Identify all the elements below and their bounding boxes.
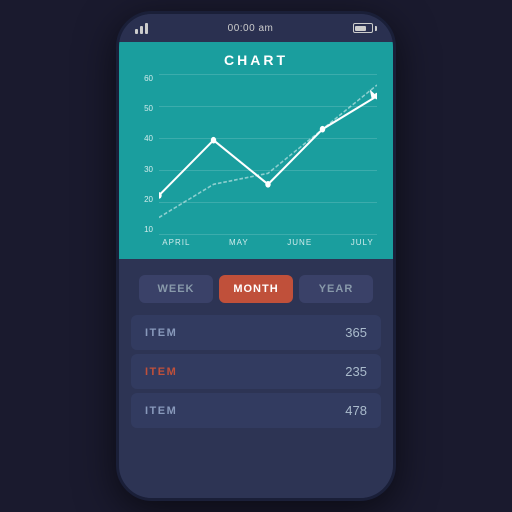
x-axis: APRIL MAY JUNE JULY: [143, 234, 393, 247]
signal-icon: [135, 23, 148, 34]
y-label-50: 50: [135, 104, 153, 113]
list-item-3-value: 478: [345, 403, 367, 418]
chart-title: CHART: [119, 42, 393, 74]
y-label-30: 30: [135, 165, 153, 174]
chart-section: CHART 60 50 40 30 20 10: [119, 42, 393, 259]
y-label-20: 20: [135, 195, 153, 204]
x-label-june: JUNE: [287, 238, 312, 247]
list-item-1-value: 365: [345, 325, 367, 340]
battery-icon: [353, 23, 377, 33]
bottom-spacer: [119, 490, 393, 498]
y-axis: 60 50 40 30 20 10: [135, 74, 157, 234]
week-tab[interactable]: WEEK: [139, 275, 213, 303]
chart-area: 60 50 40 30 20 10: [135, 74, 377, 234]
controls-section: WEEK MONTH YEAR: [119, 259, 393, 315]
list-section: ITEM 365 ITEM 235 ITEM 478: [119, 315, 393, 490]
x-label-july: JULY: [351, 238, 374, 247]
chart-svg: [159, 74, 377, 234]
phone-frame: 00:00 am CHART 60 50 40 30 20 10: [116, 11, 396, 501]
month-tab[interactable]: MONTH: [219, 275, 293, 303]
y-label-40: 40: [135, 134, 153, 143]
status-bar: 00:00 am: [119, 14, 393, 42]
list-item-2: ITEM 235: [131, 354, 381, 389]
status-time: 00:00 am: [228, 23, 274, 34]
y-label-60: 60: [135, 74, 153, 83]
list-item-3: ITEM 478: [131, 393, 381, 428]
y-label-10: 10: [135, 225, 153, 234]
list-item-1: ITEM 365: [131, 315, 381, 350]
list-item-1-label: ITEM: [145, 327, 177, 339]
list-item-2-label: ITEM: [145, 366, 177, 378]
year-tab[interactable]: YEAR: [299, 275, 373, 303]
x-label-may: MAY: [229, 238, 249, 247]
x-label-april: APRIL: [162, 238, 190, 247]
tab-group: WEEK MONTH YEAR: [139, 275, 373, 303]
list-item-3-label: ITEM: [145, 405, 177, 417]
list-item-2-value: 235: [345, 364, 367, 379]
